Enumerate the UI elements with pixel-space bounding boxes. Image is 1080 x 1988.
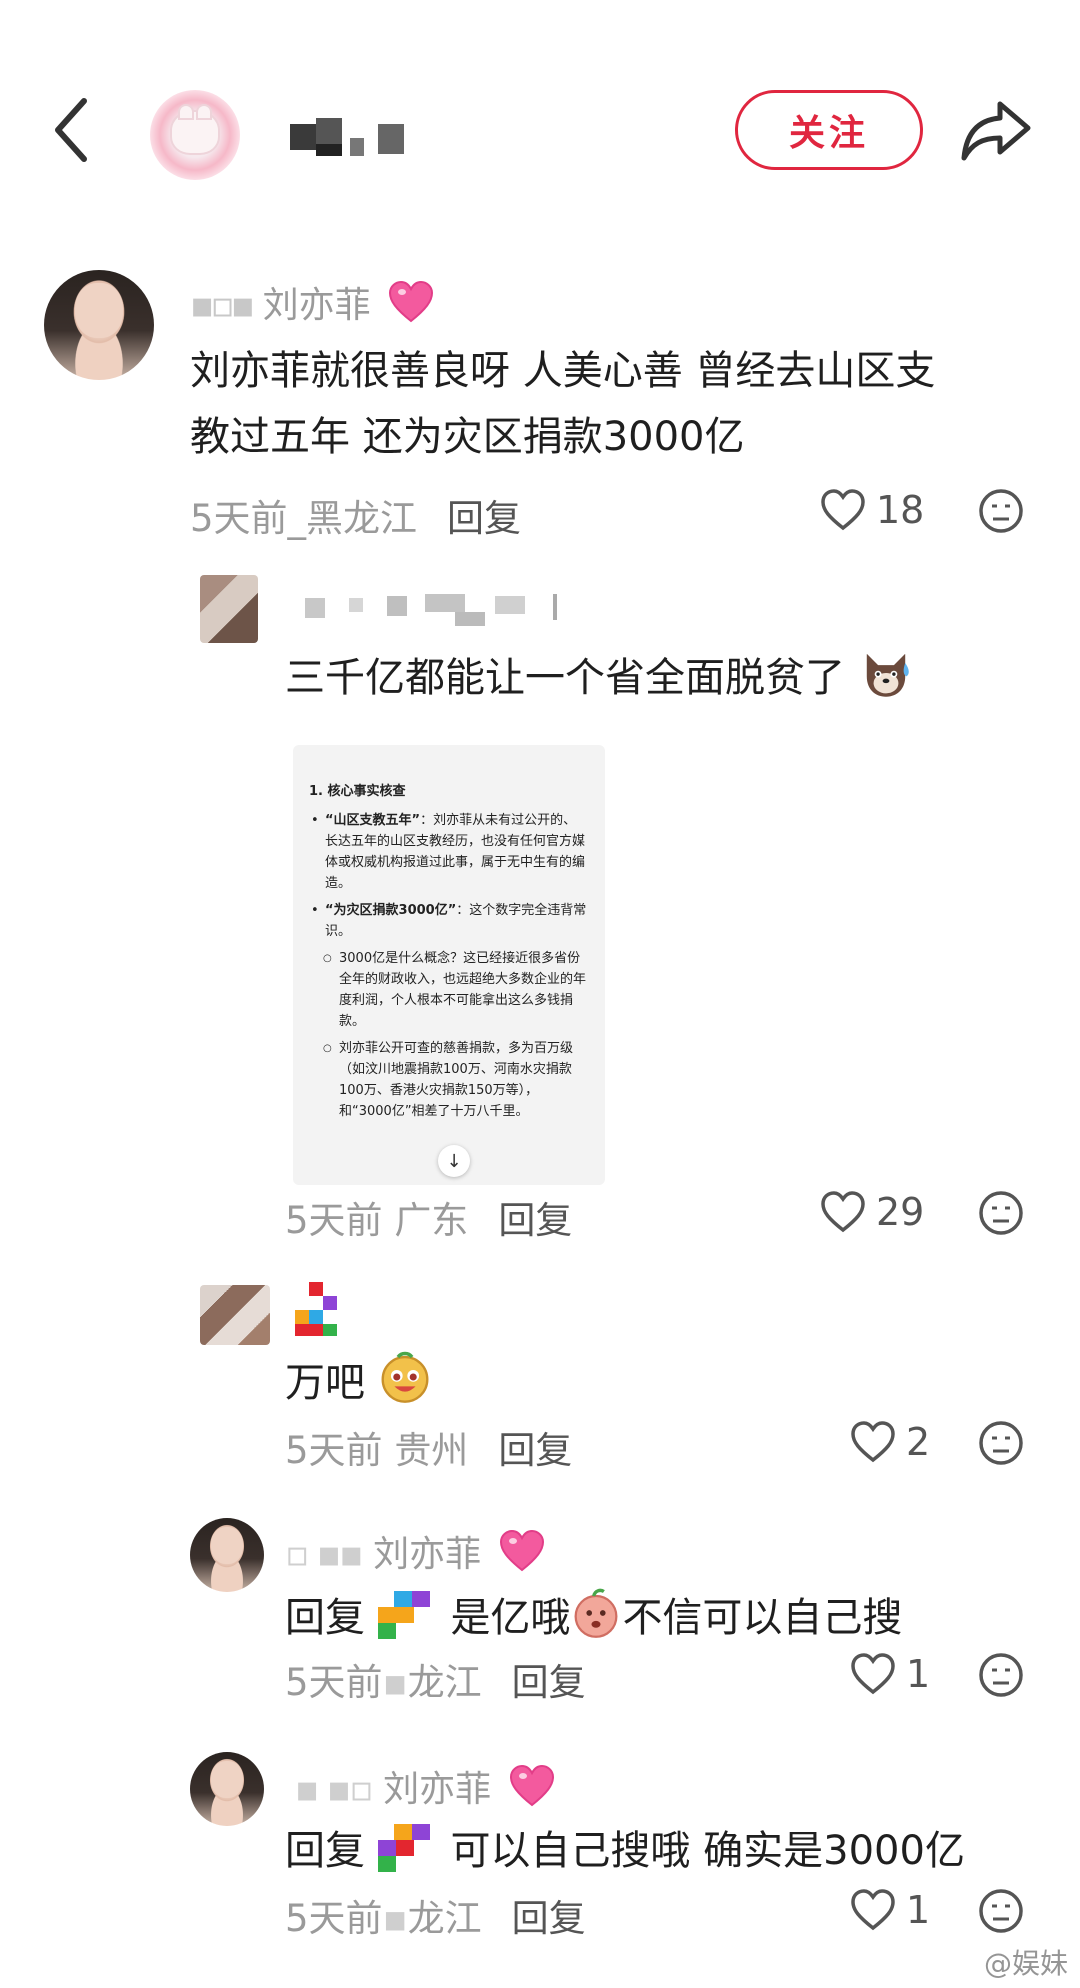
peach-face-emoji-icon <box>574 1588 618 1638</box>
comment-location: 黑龙江 <box>306 497 418 540</box>
like-count: 2 <box>906 1420 931 1464</box>
attachment-item: “山区支教五年”：刘亦菲从未有过公开的、长达五年的山区支教经历，也没有任何官方媒… <box>309 810 589 894</box>
attachment-heading: 1. 核心事实核查 <box>309 784 406 799</box>
dislike-face-icon[interactable] <box>978 488 1024 534</box>
dislike-face-icon[interactable] <box>978 1420 1024 1466</box>
reply-button[interactable]: 回复 <box>447 488 521 542</box>
heart-outline-icon <box>851 1653 895 1695</box>
comment-meta: 5天前_黑龙江 回复 <box>190 488 521 542</box>
comment-meta: 5天前 广东 回复 <box>285 1190 572 1244</box>
comment-username[interactable]: ▫ ▪▪ 刘亦菲 <box>285 1525 545 1577</box>
comment-username[interactable]: ▪ ▪▫ 刘亦菲 <box>295 1760 555 1812</box>
comment-location: 龙江 <box>407 1897 482 1940</box>
attached-screenshot[interactable]: 1. 核心事实核查 “山区支教五年”：刘亦菲从未有过公开的、长达五年的山区支教经… <box>293 745 605 1185</box>
comment-meta: 5天前 贵州 回复 <box>285 1420 572 1474</box>
heart-outline-icon <box>821 489 865 531</box>
comment-username-colorblock[interactable] <box>295 1282 345 1338</box>
attachment-subitem: 刘亦菲公开可查的慈善捐款，多为百万级（如汶川地震捐款100万、河南水灾捐款100… <box>309 1038 589 1122</box>
mentioned-user-colorblock[interactable] <box>377 1824 438 1876</box>
reply-button[interactable]: 回复 <box>512 1888 586 1942</box>
like-count: 29 <box>876 1190 925 1234</box>
comment-text: 回复 是亿哦 不信可以自己搜 <box>285 1585 902 1651</box>
heart-outline-icon <box>851 1421 895 1463</box>
comment-location: 龙江 <box>407 1661 482 1704</box>
comment-location: 广东 <box>394 1199 469 1242</box>
comment-time: 5天前 <box>285 1199 383 1242</box>
pink-heart-icon <box>389 281 434 323</box>
comment-meta: 5天前▪龙江 回复 <box>285 1888 586 1942</box>
comment-text: 回复 可以自己搜哦 确实是3000亿 <box>285 1818 965 1884</box>
like-button[interactable]: 29 <box>820 1190 924 1234</box>
author-name-pixelated[interactable] <box>290 118 420 158</box>
comment-time: 5天前 <box>285 1661 383 1704</box>
author-avatar[interactable] <box>150 90 240 180</box>
dog-sweat-emoji-icon <box>866 653 909 697</box>
back-arrow-icon[interactable] <box>48 95 96 165</box>
mentioned-user-colorblock[interactable] <box>377 1591 438 1643</box>
dislike-face-icon[interactable] <box>978 1888 1024 1934</box>
comment-time: 5天前 <box>285 1897 383 1940</box>
reply-button[interactable]: 回复 <box>498 1190 572 1244</box>
comment-text: 刘亦菲就很善良呀 人美心善 曾经去山区支 教过五年 还为灾区捐款3000亿 <box>190 348 936 460</box>
comment-text: 三千亿都能让一个省全面脱贫了 <box>285 645 914 711</box>
like-count: 18 <box>876 488 925 532</box>
pink-heart-icon <box>499 1530 544 1572</box>
reply-button[interactable]: 回复 <box>498 1420 572 1474</box>
heart-outline-icon <box>851 1889 895 1931</box>
like-button[interactable]: 1 <box>850 1652 930 1696</box>
watermark: @娱妹 <box>983 1947 1068 1980</box>
attachment-subitem: 3000亿是什么概念？这已经接近很多省份全年的财政收入，也远超绝大多数企业的年度… <box>309 948 589 1032</box>
comment-location: 贵州 <box>394 1429 469 1472</box>
comment-username[interactable]: ▪▫▪ 刘亦菲 <box>190 276 434 328</box>
like-button[interactable]: 2 <box>850 1420 930 1464</box>
like-button[interactable]: 18 <box>820 488 924 532</box>
comment-time: 5天前 <box>285 1429 383 1472</box>
comment-meta: 5天前▪龙江 回复 <box>285 1652 586 1706</box>
comment-text: 万吧 <box>285 1350 432 1416</box>
follow-button[interactable]: 关注 <box>735 90 923 170</box>
commenter-avatar[interactable] <box>200 1285 270 1345</box>
like-button[interactable]: 1 <box>850 1888 930 1932</box>
share-icon[interactable] <box>960 98 1032 162</box>
scroll-down-icon[interactable]: ↓ <box>438 1145 470 1177</box>
like-count: 1 <box>906 1888 931 1932</box>
happy-face-emoji-icon <box>381 1351 429 1403</box>
comment-time: 5天前 <box>190 497 288 540</box>
commenter-avatar[interactable] <box>190 1518 264 1592</box>
pink-heart-icon <box>509 1765 554 1807</box>
like-count: 1 <box>906 1652 931 1696</box>
commenter-avatar[interactable] <box>190 1752 264 1826</box>
dislike-face-icon[interactable] <box>978 1652 1024 1698</box>
commenter-avatar[interactable] <box>200 575 258 643</box>
commenter-avatar[interactable] <box>44 270 154 380</box>
attachment-item: “为灾区捐款3000亿”：这个数字完全违背常识。 <box>309 900 589 942</box>
dislike-face-icon[interactable] <box>978 1190 1024 1236</box>
top-bar: 关注 <box>0 0 1080 230</box>
comment-username-pixelated[interactable] <box>305 590 565 626</box>
reply-button[interactable]: 回复 <box>512 1652 586 1706</box>
heart-outline-icon <box>821 1191 865 1233</box>
